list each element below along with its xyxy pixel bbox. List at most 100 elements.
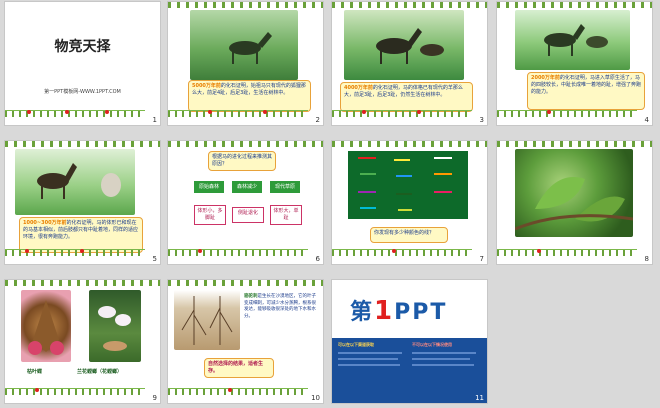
red-dot-decoration	[198, 249, 202, 253]
camelthorn-description: 骆驼刺是生长在沙漠地区，它的叶子变成细刺，可减少水分蒸腾，根系很发达，能够吸收很…	[244, 294, 316, 320]
slide-thumbnail-5[interactable]: 1000~300万年前的化石证明，马的体形已和现在的马基本相似，前后肢都只有中趾…	[5, 141, 160, 264]
panel-line	[412, 352, 476, 354]
fence-decoration	[497, 110, 637, 117]
fence-decoration	[168, 141, 323, 147]
color-line	[434, 157, 452, 159]
callout-highlight: 2000万年前	[531, 75, 560, 81]
outcome-3: 体形大，单趾	[270, 205, 302, 225]
panel-line	[338, 352, 402, 354]
logo-number: 1	[374, 296, 395, 326]
fence-decoration	[332, 141, 487, 147]
slide-thumbnail-7[interactable]: 你发现有多少种颜色的线？ 7	[332, 141, 487, 264]
logo-area: 第1PPT	[332, 280, 487, 340]
red-dot-decoration	[362, 110, 366, 114]
slide-title: 物竞天择	[54, 39, 111, 55]
outcome-2: 侧趾退化	[232, 207, 264, 223]
fence-decoration	[5, 110, 145, 117]
slide-number: 7	[479, 255, 484, 263]
red-dot-decoration	[228, 388, 232, 392]
slide-sorter-grid: 物竞天择 第一PPT模板网-WWW.1PPT.COM 1 5000万年前的化石证…	[0, 0, 660, 408]
horse-icon	[544, 24, 608, 56]
flow-step-1: 原始森林	[194, 181, 224, 193]
callout-highlight: 4000万年前	[344, 85, 373, 91]
color-line	[358, 157, 376, 159]
color-line	[398, 209, 412, 211]
slide-number: 10	[311, 394, 320, 402]
leaf-insect-photo	[514, 149, 634, 237]
slide-number: 11	[475, 394, 484, 402]
fence-decoration	[168, 249, 308, 256]
fossil-callout: 4000万年前的化石证明，马的体格已有现代的羊那么大，前足3趾，后足3趾，仍然生…	[340, 82, 473, 112]
color-lines-board	[348, 151, 468, 219]
horses-photo	[344, 10, 464, 80]
fence-decoration	[5, 388, 145, 395]
red-dot-decoration	[263, 110, 267, 114]
slide-thumbnail-9[interactable]: 枯叶蝶 兰花螳螂（花螳螂） 9	[5, 280, 160, 403]
fence-decoration	[497, 249, 637, 256]
horse-icon	[229, 32, 272, 64]
slide-thumbnail-3[interactable]: 4000万年前的化石证明，马的体格已有现代的羊那么大，前足3趾，后足3趾，仍然生…	[332, 2, 487, 125]
slide-thumbnail-10[interactable]: 骆驼刺是生长在沙漠地区，它的叶子变成细刺，可减少水分蒸腾，根系很发达，能够吸收很…	[168, 280, 323, 403]
horse-icon	[37, 163, 121, 199]
color-line	[360, 173, 376, 175]
red-dot-decoration	[547, 110, 551, 114]
slide-number: 3	[479, 116, 484, 124]
horse-icon	[376, 28, 444, 64]
slide-thumbnail-8[interactable]: 8	[497, 141, 652, 264]
red-dot-decoration	[417, 110, 421, 114]
slide-number: 8	[644, 255, 649, 263]
question-callout: 根据马的进化过程来推测其原因？	[208, 151, 276, 171]
red-dot-decoration	[25, 249, 29, 253]
mantis-icon	[98, 306, 131, 351]
panel-line	[338, 358, 398, 360]
red-dot-decoration	[65, 110, 69, 114]
slide-number: 1	[152, 116, 157, 124]
outcome-1: 体形小，多脚趾	[194, 205, 226, 225]
red-dot-decoration	[80, 249, 84, 253]
slide-subtitle: 第一PPT模板网-WWW.1PPT.COM	[44, 89, 121, 95]
result-callout: 自然选择的结果，适者生存。	[204, 358, 274, 378]
flow-step-2: 森林减少	[232, 181, 262, 193]
slide-thumbnail-6[interactable]: 根据马的进化过程来推测其原因？ 原始森林 森林减少 现代草原 体形小，多脚趾 侧…	[168, 141, 323, 264]
fence-decoration	[332, 2, 487, 8]
zebra-photo	[190, 10, 298, 80]
fossil-callout: 2000万年前的化石证明，马进入草原生活了，马的四肢较长，中趾长成唯一着地的趾，…	[527, 72, 645, 110]
slide-number: 5	[152, 255, 157, 263]
brand-logo: 第1PPT	[350, 294, 447, 326]
fence-decoration	[168, 388, 308, 395]
color-line	[434, 191, 452, 193]
color-line	[394, 159, 410, 161]
red-dot-decoration	[208, 110, 212, 114]
fossil-callout: 5000万年前的化石证明，始祖马只有现代的狐狸那么大，前足4趾，后足3趾，生活在…	[188, 80, 311, 112]
panel-line	[412, 364, 474, 366]
label-orchid-mantis: 兰花螳螂（花螳螂）	[77, 369, 123, 375]
slide-thumbnail-4[interactable]: 2000万年前的化石证明，马进入草原生活了，马的四肢较长，中趾长成唯一着地的趾，…	[497, 2, 652, 125]
red-dot-decoration	[27, 110, 31, 114]
color-line	[396, 193, 412, 195]
red-dot-decoration	[105, 110, 109, 114]
leaf-icon	[514, 177, 634, 231]
description-highlight: 骆驼刺	[244, 294, 258, 299]
info-panel: 可以在以下渠道获取 不可以在以下情况使用	[332, 338, 487, 403]
fence-decoration	[497, 141, 652, 147]
slide-thumbnail-1[interactable]: 物竞天择 第一PPT模板网-WWW.1PPT.COM 1	[5, 2, 160, 125]
camelthorn-roots-photo	[174, 290, 240, 350]
flow-step-3: 现代草原	[270, 181, 300, 193]
slide-thumbnail-2[interactable]: 5000万年前的化石证明，始祖马只有现代的狐狸那么大，前足4趾，后足3趾，生活在…	[168, 2, 323, 125]
fence-decoration	[168, 110, 308, 117]
callout-highlight: 1000~300万年前	[23, 220, 67, 226]
fence-decoration	[168, 2, 323, 8]
color-line	[358, 191, 376, 193]
panel-left-title: 可以在以下渠道获取	[338, 342, 374, 347]
horses-photo	[15, 149, 135, 215]
dead-leaf-butterfly-photo	[21, 290, 71, 362]
panel-line	[338, 364, 400, 366]
label-dead-leaf: 枯叶蝶	[27, 369, 43, 375]
fence-decoration	[5, 280, 160, 286]
red-dot-decoration	[537, 249, 541, 253]
logo-suffix: PPT	[394, 300, 448, 325]
slide-number: 4	[644, 116, 649, 124]
color-line	[396, 175, 412, 177]
logo-prefix: 第	[350, 300, 375, 325]
slide-thumbnail-11[interactable]: 第1PPT 可以在以下渠道获取 不可以在以下情况使用 11	[332, 280, 487, 403]
